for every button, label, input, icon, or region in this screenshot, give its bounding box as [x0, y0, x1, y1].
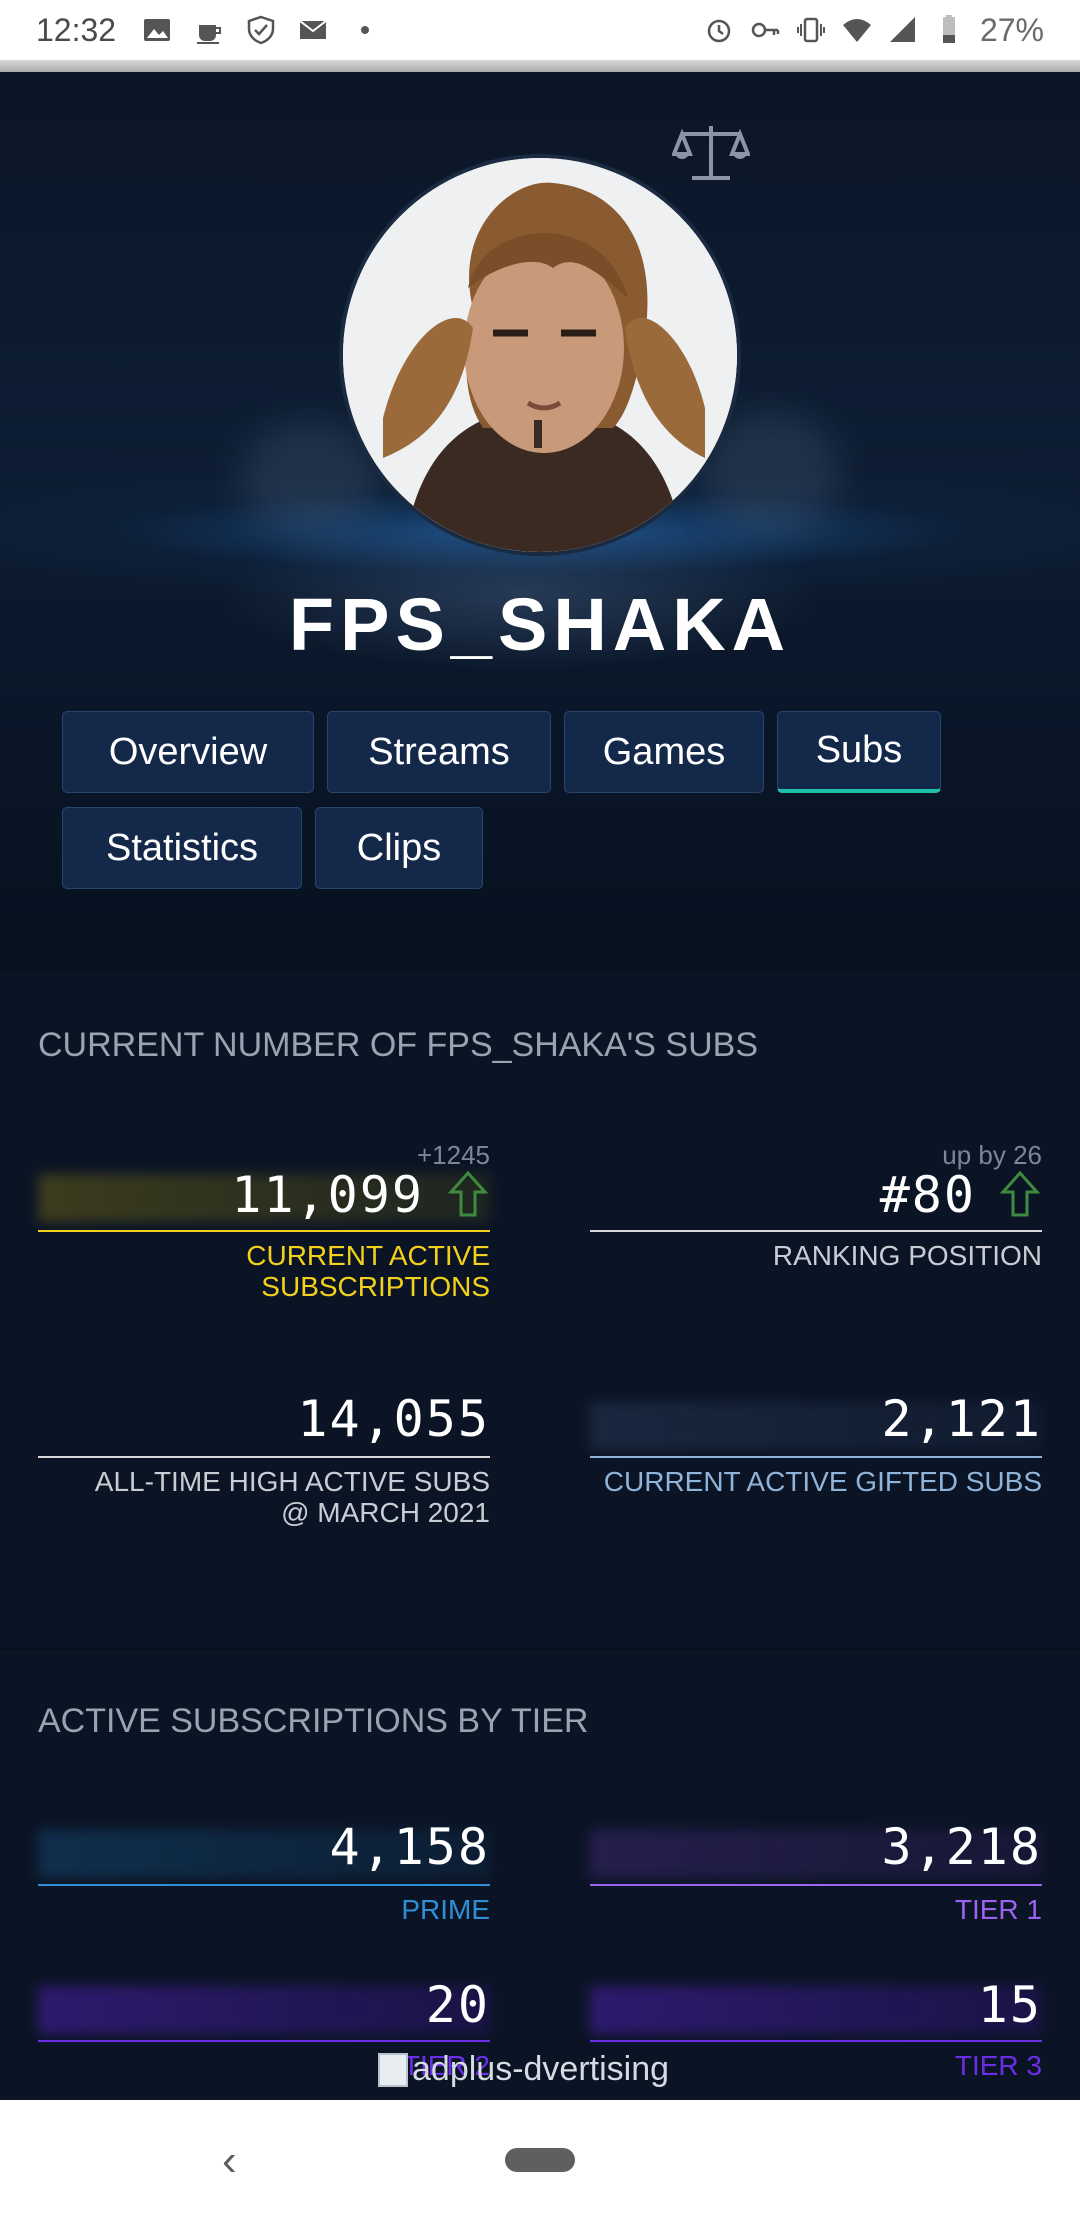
stat-underline	[590, 1456, 1042, 1458]
status-bar: 12:32 27%	[0, 0, 1080, 60]
stat-label: PRIME	[401, 1894, 490, 1925]
stat-label: CURRENT ACTIVE SUBSCRIPTIONS	[246, 1240, 490, 1302]
stat-label: CURRENT ACTIVE GIFTED SUBS	[603, 1466, 1042, 1497]
back-chevron-icon[interactable]: ‹	[222, 2136, 237, 2186]
tab-overview[interactable]: Overview	[62, 711, 314, 793]
stat-label-line: CURRENT ACTIVE	[246, 1240, 490, 1271]
stat-current-active-subs: +1245 11,099 CURRENT ACTIVE SUBSCRIPTION…	[38, 1140, 490, 1302]
stat-underline	[590, 1884, 1042, 1886]
scale-icon[interactable]	[672, 122, 750, 184]
stat-value: 11,099	[231, 1166, 424, 1224]
image-icon	[144, 19, 171, 41]
stat-label: RANKING POSITION	[772, 1240, 1042, 1271]
mail-icon	[299, 20, 327, 39]
avatar	[339, 154, 741, 556]
ad-alt-text: adplus-dvertising	[412, 2050, 670, 2088]
stat-label-line: @ MARCH 2021	[281, 1497, 490, 1528]
status-time: 12:32	[36, 11, 117, 48]
tab-games[interactable]: Games	[564, 711, 764, 793]
value-glow	[38, 1986, 490, 2034]
tab-subs[interactable]: Subs	[777, 711, 941, 793]
delta-text: +1245	[416, 1140, 490, 1170]
profile-header: FPS_SHAKA Overview Streams Games Subs St…	[0, 72, 1080, 972]
broken-image-icon	[378, 2052, 408, 2087]
section-title: CURRENT NUMBER OF FPS_SHAKA'S SUBS	[38, 1026, 758, 1064]
channel-name: FPS_SHAKA	[288, 583, 792, 666]
stat-underline	[38, 2040, 490, 2042]
stat-value: #80	[879, 1166, 976, 1224]
battery-icon	[942, 15, 955, 43]
stat-prime: 4,158 PRIME	[38, 1818, 490, 1928]
home-pill-icon[interactable]	[505, 2148, 575, 2172]
stat-label: TIER 3	[954, 2050, 1042, 2081]
stat-label-line: ALL-TIME HIGH ACTIVE SUBS	[94, 1466, 490, 1497]
stat-tier-1: 3,218 TIER 1	[590, 1818, 1042, 1928]
signal-icon	[889, 17, 915, 42]
stat-value: 20	[425, 1976, 490, 2034]
tab-streams[interactable]: Streams	[327, 711, 551, 793]
value-glow	[590, 1986, 1042, 2034]
stat-underline	[38, 1230, 490, 1232]
status-bar-divider	[0, 60, 1080, 72]
avatar-image	[343, 158, 737, 552]
coffee-icon	[197, 25, 222, 44]
stat-all-time-high: 14,055 ALL-TIME HIGH ACTIVE SUBS @ MARCH…	[38, 1390, 490, 1530]
ad-banner[interactable]: adplus-dvertising	[378, 2050, 669, 2089]
dot-icon	[361, 26, 370, 34]
stat-value: 15	[977, 1976, 1042, 2034]
tab-clips[interactable]: Clips	[315, 807, 483, 889]
stat-label: TIER 1	[954, 1894, 1042, 1925]
tier-section: ACTIVE SUBSCRIPTIONS BY TIER 4,158 PRIME…	[0, 1650, 1080, 2100]
stat-gifted-subs: 2,121 CURRENT ACTIVE GIFTED SUBS	[590, 1390, 1042, 1530]
arrow-up-icon	[448, 1170, 488, 1217]
system-nav-bar: ‹	[0, 2100, 1080, 2220]
stat-value: 14,055	[297, 1390, 490, 1448]
shield-check-icon	[247, 15, 275, 45]
stat-underline	[590, 1230, 1042, 1232]
key-icon	[751, 22, 780, 38]
stat-label-line: SUBSCRIPTIONS	[261, 1271, 490, 1302]
arrow-up-icon	[1000, 1170, 1040, 1217]
wifi-icon	[842, 19, 871, 42]
app-screen: 12:32 27% FPS_SHAKA Overview Streams Gam…	[0, 0, 1080, 2220]
section-title: ACTIVE SUBSCRIPTIONS BY TIER	[38, 1702, 589, 1740]
stat-underline	[38, 1456, 490, 1458]
stat-underline	[38, 1884, 490, 1886]
current-subs-section: CURRENT NUMBER OF FPS_SHAKA'S SUBS +1245…	[0, 972, 1080, 1648]
stat-ranking-position: up by 26 #80 RANKING POSITION	[590, 1140, 1042, 1280]
alarm-icon	[707, 19, 731, 43]
battery-percent: 27%	[979, 11, 1044, 48]
stat-underline	[590, 2040, 1042, 2042]
tab-statistics[interactable]: Statistics	[62, 807, 302, 889]
stat-value: 2,121	[881, 1390, 1042, 1448]
vibrate-icon	[796, 17, 825, 43]
stat-value: 4,158	[329, 1818, 490, 1876]
stat-value: 3,218	[881, 1818, 1042, 1876]
stat-label: ALL-TIME HIGH ACTIVE SUBS @ MARCH 2021	[95, 1466, 490, 1528]
